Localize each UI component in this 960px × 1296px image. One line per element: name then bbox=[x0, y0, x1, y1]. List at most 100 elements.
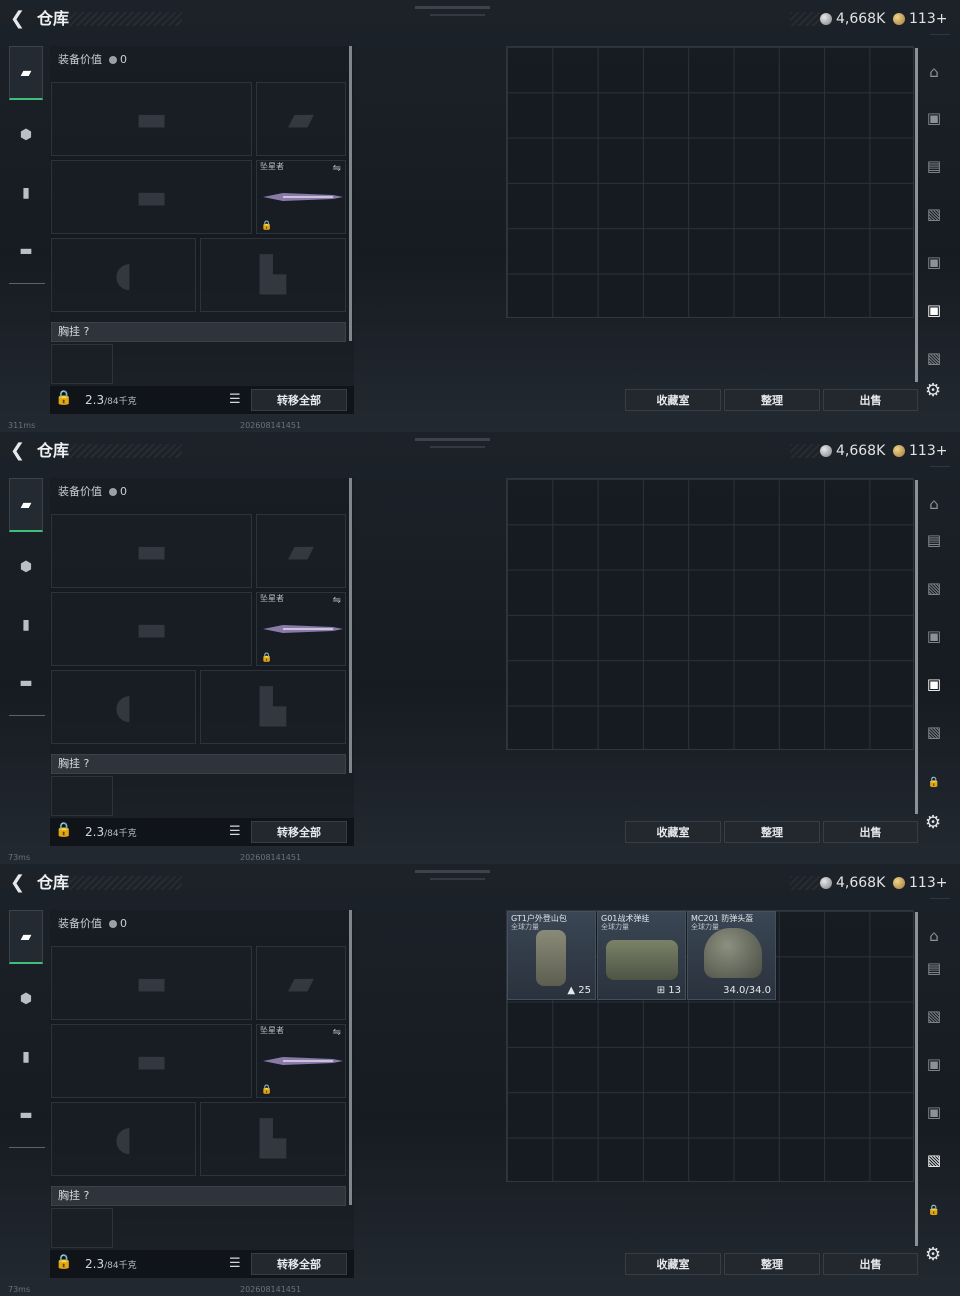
secondary-weapon-slot[interactable]: ▬ bbox=[51, 1024, 252, 1098]
toolbox-tab-icon[interactable]: ▬ bbox=[9, 224, 43, 278]
category-all-icon[interactable]: ⌂ bbox=[922, 924, 946, 948]
stash-grid[interactable] bbox=[506, 478, 914, 750]
primary-weapon-slot[interactable]: ▬ bbox=[51, 946, 252, 1020]
armor-slot[interactable]: ▙ bbox=[200, 1102, 346, 1176]
category-3-icon[interactable]: ▣ bbox=[922, 1052, 946, 1076]
weapon-tab-icon[interactable]: ▰ bbox=[9, 910, 43, 964]
lock-icon[interactable]: 🔒 bbox=[922, 770, 946, 794]
sell-button[interactable]: 出售 bbox=[823, 1253, 918, 1275]
gear-icon[interactable]: ⚙ bbox=[925, 812, 941, 833]
category-3-icon[interactable]: ▣ bbox=[922, 624, 946, 648]
weapon-tab-icon[interactable]: ▰ bbox=[9, 46, 43, 100]
vest-icon: ▙ bbox=[259, 255, 287, 295]
stash-scrollbar[interactable] bbox=[915, 48, 918, 382]
sort-button[interactable]: 整理 bbox=[724, 1253, 820, 1275]
backpack-tab-icon[interactable]: ▮ bbox=[9, 1030, 43, 1084]
swap-icon[interactable]: ⇋ bbox=[333, 163, 341, 174]
armor-tab-icon[interactable]: ⬢ bbox=[9, 108, 43, 162]
melee-slot[interactable]: 坠星者 ⇋ 🔒 bbox=[256, 160, 346, 234]
category-all-icon[interactable]: ⌂ bbox=[922, 60, 946, 84]
secondary-weapon-slot[interactable]: ▬ bbox=[51, 592, 252, 666]
gear-icon[interactable]: ⚙ bbox=[925, 380, 941, 401]
category-5-icon[interactable]: ▧ bbox=[922, 720, 946, 744]
favorites-button[interactable]: 收藏室 bbox=[625, 821, 721, 843]
category-6-icon[interactable]: ▧ bbox=[922, 346, 946, 370]
lock-icon[interactable]: 🔒 bbox=[922, 1198, 946, 1222]
swap-icon[interactable]: ⇋ bbox=[333, 595, 341, 606]
equipment-tabs: ▰ ⬢ ▮ ▬ bbox=[9, 46, 47, 286]
lock-icon[interactable]: 🔒 bbox=[55, 822, 72, 838]
melee-slot[interactable]: 坠星者 ⇋ 🔒 bbox=[256, 1024, 346, 1098]
weapon-tab-icon[interactable]: ▰ bbox=[9, 478, 43, 532]
category-4-icon[interactable]: ▣ bbox=[922, 250, 946, 274]
armor-tab-icon[interactable]: ⬢ bbox=[9, 540, 43, 594]
loadout-scrollbar[interactable] bbox=[349, 910, 352, 1205]
transfer-all-button[interactable]: 转移全部 bbox=[251, 821, 347, 843]
lock-icon[interactable]: 🔒 bbox=[55, 390, 72, 406]
category-5-icon[interactable]: ▧ bbox=[922, 1148, 946, 1172]
armor-tab-icon[interactable]: ⬢ bbox=[9, 972, 43, 1026]
item-name: G01战术弹挂 bbox=[601, 914, 650, 923]
primary-weapon-slot[interactable]: ▬ bbox=[51, 514, 252, 588]
list-icon[interactable]: ☰ bbox=[229, 824, 245, 840]
favorites-button[interactable]: 收藏室 bbox=[625, 389, 721, 411]
sort-button[interactable]: 整理 bbox=[724, 821, 820, 843]
stash-item-chest-rig[interactable]: G01战术弹挂 全球力量 ⊞ 13 bbox=[597, 911, 686, 1000]
category-all-icon[interactable]: ⌂ bbox=[922, 492, 946, 516]
transfer-all-button[interactable]: 转移全部 bbox=[251, 389, 347, 411]
helmet-slot[interactable]: ◖ bbox=[51, 238, 196, 312]
pistol-slot[interactable]: ▰ bbox=[256, 82, 346, 156]
build-date: 202608141451 bbox=[240, 853, 302, 862]
lock-icon: 🔒 bbox=[261, 653, 273, 663]
armor-slot[interactable]: ▙ bbox=[200, 238, 346, 312]
pistol-slot[interactable]: ▰ bbox=[256, 946, 346, 1020]
chest-rig-bar bbox=[51, 322, 346, 342]
category-3-icon[interactable]: ▧ bbox=[922, 202, 946, 226]
back-arrow-icon[interactable]: ❮ bbox=[10, 872, 30, 894]
pistol-slot[interactable]: ▰ bbox=[256, 514, 346, 588]
loadout-scrollbar[interactable] bbox=[349, 46, 352, 341]
helmet-slot[interactable]: ◖ bbox=[51, 670, 196, 744]
category-2-icon[interactable]: ▤ bbox=[922, 154, 946, 178]
secondary-weapon-slot[interactable]: ▬ bbox=[51, 160, 252, 234]
gear-icon[interactable]: ⚙ bbox=[925, 1244, 941, 1265]
loadout-scrollbar[interactable] bbox=[349, 478, 352, 773]
category-2-icon[interactable]: ▧ bbox=[922, 1004, 946, 1028]
chest-rig-label: 胸挂 ? bbox=[58, 757, 90, 770]
armor-slot[interactable]: ▙ bbox=[200, 670, 346, 744]
stash-scrollbar[interactable] bbox=[915, 912, 918, 1246]
category-4-icon[interactable]: ▣ bbox=[922, 1100, 946, 1124]
backpack-tab-icon[interactable]: ▮ bbox=[9, 166, 43, 220]
sort-button[interactable]: 整理 bbox=[724, 389, 820, 411]
backpack-tab-icon[interactable]: ▮ bbox=[9, 598, 43, 652]
sell-button[interactable]: 出售 bbox=[823, 389, 918, 411]
transfer-all-button[interactable]: 转移全部 bbox=[251, 1253, 347, 1275]
back-arrow-icon[interactable]: ❮ bbox=[10, 8, 30, 30]
list-icon[interactable]: ☰ bbox=[229, 1256, 245, 1272]
stash-grid[interactable] bbox=[506, 46, 914, 318]
melee-slot[interactable]: 坠星者 ⇋ 🔒 bbox=[256, 592, 346, 666]
chest-rig-slot[interactable] bbox=[51, 1208, 113, 1248]
toolbox-tab-icon[interactable]: ▬ bbox=[9, 656, 43, 710]
chest-rig-slot[interactable] bbox=[51, 344, 113, 384]
sell-button[interactable]: 出售 bbox=[823, 821, 918, 843]
stash-scrollbar[interactable] bbox=[915, 480, 918, 814]
category-1-icon[interactable]: ▤ bbox=[922, 956, 946, 980]
toolbox-tab-icon[interactable]: ▬ bbox=[9, 1088, 43, 1142]
chest-rig-slot[interactable] bbox=[51, 776, 113, 816]
category-4-icon[interactable]: ▣ bbox=[922, 672, 946, 696]
category-5-icon[interactable]: ▣ bbox=[922, 298, 946, 322]
silver-coin-icon bbox=[820, 13, 832, 25]
back-arrow-icon[interactable]: ❮ bbox=[10, 440, 30, 462]
category-2-icon[interactable]: ▧ bbox=[922, 576, 946, 600]
primary-weapon-slot[interactable]: ▬ bbox=[51, 82, 252, 156]
list-icon[interactable]: ☰ bbox=[229, 392, 245, 408]
lock-icon[interactable]: 🔒 bbox=[55, 1254, 72, 1270]
category-1-icon[interactable]: ▤ bbox=[922, 528, 946, 552]
stash-item-backpack[interactable]: GT1户外登山包 全球力量 ▲ 25 bbox=[507, 911, 596, 1000]
category-1-icon[interactable]: ▣ bbox=[922, 106, 946, 130]
stash-item-helmet[interactable]: MC201 防弹头盔 全球力量 34.0/34.0 bbox=[687, 911, 776, 1000]
swap-icon[interactable]: ⇋ bbox=[333, 1027, 341, 1038]
helmet-slot[interactable]: ◖ bbox=[51, 1102, 196, 1176]
favorites-button[interactable]: 收藏室 bbox=[625, 1253, 721, 1275]
